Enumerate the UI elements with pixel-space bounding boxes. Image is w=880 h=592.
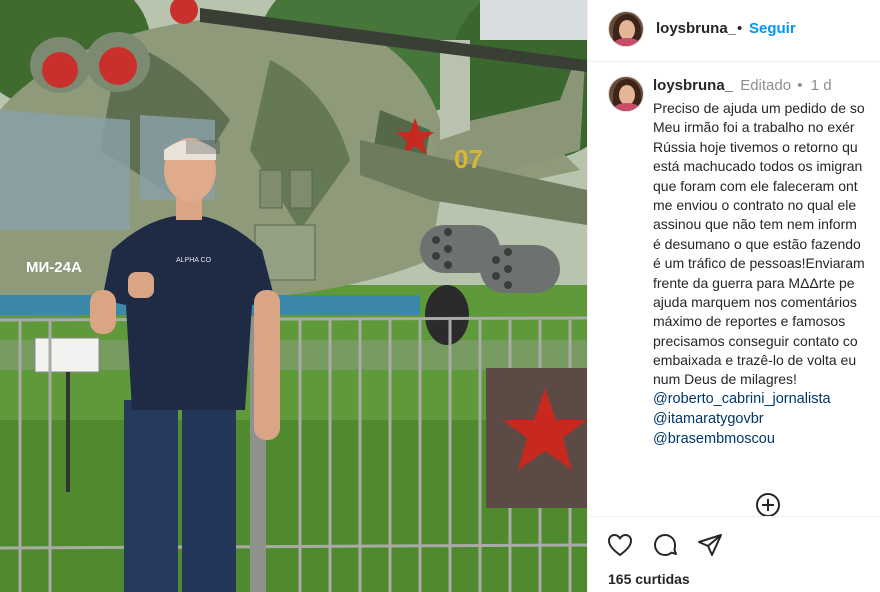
post-header: loysbruna_ • Seguir [588, 0, 880, 62]
edited-label: Editado [740, 77, 792, 94]
mention-link[interactable]: @brasembmoscou [653, 430, 880, 450]
post-photo[interactable]: МИ-24А 07 ALPHA CO [0, 0, 587, 592]
meta-separator: • [797, 77, 803, 94]
share-icon[interactable] [696, 531, 724, 559]
caption-line: num Deus de milagres! [653, 371, 797, 388]
caption-text: Preciso de ajuda um pedido de so Meu irm… [653, 99, 880, 450]
follow-button[interactable]: Seguir [749, 20, 796, 37]
caption-line: Preciso de ajuda um pedido de so [653, 100, 865, 116]
caption-line: frente da guerra para MΔΔrte pe [653, 274, 855, 291]
caption-line: embaixada e trazê-lo de volta eu [653, 352, 857, 369]
mention-link[interactable]: @roberto_cabrini_jornalista [653, 390, 880, 410]
caption-line: me enviou o contrato no qual ele [653, 196, 857, 213]
post-time[interactable]: 1 d [811, 77, 832, 94]
caption-line: é um tráfico de pessoas!Enviaram [653, 255, 865, 272]
header-avatar[interactable] [608, 11, 644, 47]
caption-line: Meu irmão foi a trabalho no exér [653, 119, 855, 136]
tail-number: 07 [454, 144, 483, 174]
photo-scene: МИ-24А 07 ALPHA CO [0, 0, 587, 592]
action-bar: 165 curtidas [588, 516, 880, 592]
caption-line: ajuda marquem nos comentários [653, 293, 857, 310]
caption-avatar[interactable] [608, 76, 644, 112]
mention-link[interactable]: @itamaratygovbr [653, 410, 880, 430]
comment-icon[interactable] [651, 531, 679, 559]
caption-line: que foram com ele faleceram ont [653, 177, 858, 194]
plus-circle-icon[interactable] [755, 492, 781, 518]
caption-line: Rússia hoje tivemos o retorno qu [653, 138, 858, 155]
caption-line: está machucado todos os imigran [653, 158, 863, 175]
caption-line: assinou que não tem nem inform [653, 216, 857, 233]
shirt-logo: ALPHA CO [176, 257, 212, 264]
post-panel: loysbruna_ • Seguir loysbruna_ Editado •… [587, 0, 880, 592]
heart-icon[interactable] [606, 531, 634, 559]
header-separator: • [737, 20, 743, 37]
caption-line: precisamos conseguir contato co [653, 332, 858, 349]
post-caption-area: loysbruna_ Editado • 1 d Preciso de ajud… [588, 62, 880, 517]
header-username[interactable]: loysbruna_ [656, 20, 736, 37]
caption-line: máximo de reportes e famosos [653, 313, 846, 330]
helicopter-marking: МИ-24А [26, 259, 82, 276]
caption-username[interactable]: loysbruna_ [653, 77, 733, 94]
caption-line: é desumano o que estão fazendo [653, 235, 861, 252]
caption-meta: loysbruna_ Editado • 1 d [653, 77, 832, 94]
likes-count[interactable]: 165 curtidas [608, 571, 690, 587]
